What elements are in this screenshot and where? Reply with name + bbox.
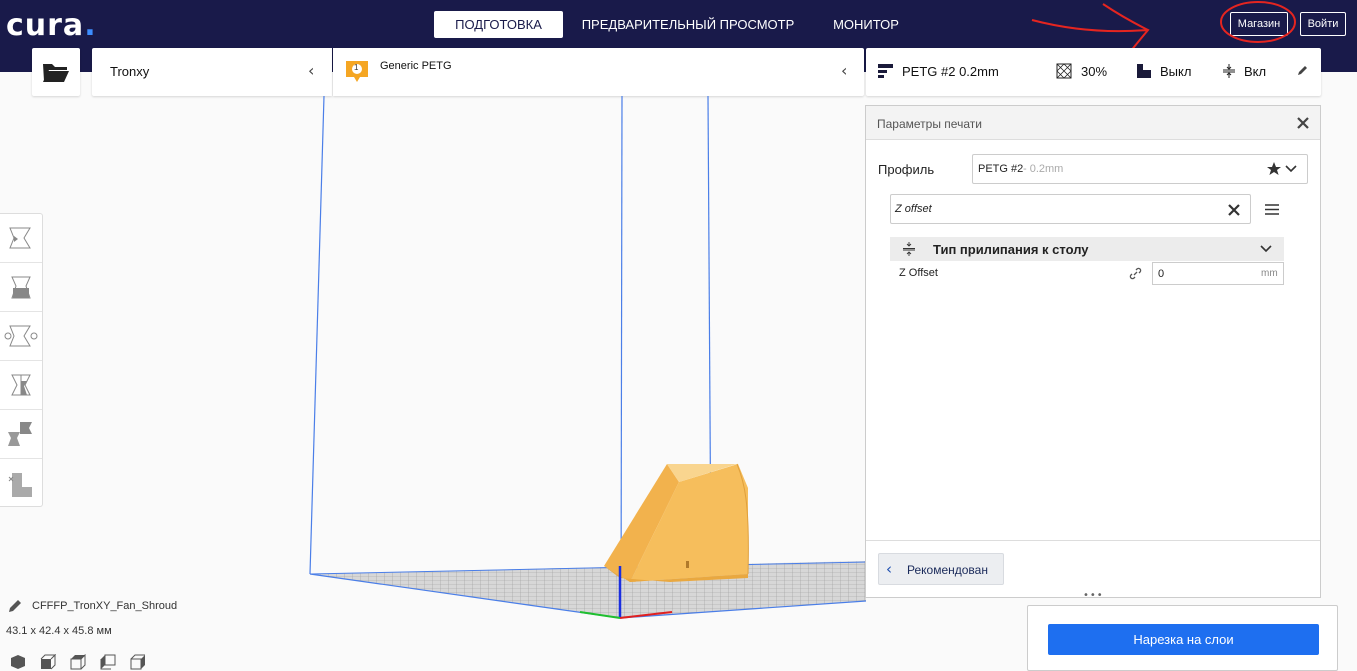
- rotate-tool[interactable]: [0, 312, 42, 361]
- profile-name: PETG #2: [978, 163, 1024, 175]
- camera-view-buttons: [10, 654, 160, 670]
- adhesion-icon: [1223, 64, 1235, 78]
- support-icon: [1137, 64, 1151, 78]
- category-label: Тип прилипания к столу: [933, 242, 1089, 257]
- view-right-icon[interactable]: [130, 654, 146, 670]
- model-name: CFFFP_TronXY_Fan_Shroud: [32, 600, 178, 612]
- profile-layer-height: - 0.2mm: [1023, 163, 1064, 175]
- scale-tool-icon: [11, 276, 31, 299]
- printer-name: Tronxy: [110, 64, 150, 79]
- search-value: Z offset: [895, 203, 932, 215]
- material-selector[interactable]: 1 Generic PETG ‹: [333, 48, 864, 96]
- tab-preview[interactable]: ПРЕДВАРИТЕЛЬНЫЙ ПРОСМОТР: [578, 11, 798, 38]
- rotate-tool-icon: [4, 325, 38, 347]
- profile-label: Профиль: [878, 162, 935, 177]
- open-folder-icon: [43, 64, 69, 82]
- zoffset-unit: mm: [1261, 268, 1278, 279]
- clear-icon[interactable]: [1228, 204, 1240, 216]
- tab-monitor[interactable]: МОНИТОР: [820, 11, 912, 38]
- chevron-left-icon: ‹: [841, 61, 848, 80]
- panel-header: Параметры печати: [866, 106, 1320, 140]
- per-model-settings-tool[interactable]: [0, 410, 42, 459]
- panel-title: Параметры печати: [877, 117, 982, 131]
- zoffset-input[interactable]: 0 mm: [1152, 262, 1284, 285]
- view-left-icon[interactable]: [100, 654, 116, 670]
- support-summary: Выкл: [1160, 64, 1192, 79]
- slice-button[interactable]: Нарезка на слои: [1048, 624, 1319, 655]
- open-file-button[interactable]: [32, 48, 80, 96]
- mirror-tool[interactable]: [0, 361, 42, 410]
- close-icon[interactable]: [1297, 117, 1309, 129]
- material-name: Generic PETG: [380, 60, 452, 72]
- profile-icon: [878, 64, 893, 78]
- signin-button[interactable]: Войти: [1300, 12, 1346, 36]
- move-tool[interactable]: [0, 214, 42, 263]
- infill-summary: 30%: [1081, 64, 1108, 79]
- chevron-left-icon: ‹: [886, 560, 892, 578]
- per-model-settings-icon: [8, 422, 32, 446]
- slice-panel: Нарезка на слои: [1027, 605, 1338, 671]
- resize-handle[interactable]: •••: [1083, 590, 1104, 601]
- support-blocker-tool[interactable]: [0, 459, 42, 508]
- scale-tool[interactable]: [0, 263, 42, 312]
- mirror-tool-icon: [11, 374, 31, 396]
- marketplace-button[interactable]: Магазин: [1230, 12, 1288, 36]
- adhesion-summary: Вкл: [1244, 64, 1267, 79]
- zoffset-value: 0: [1158, 268, 1165, 280]
- print-settings-summary[interactable]: PETG #2 0.2mm 30% Выкл Вкл: [866, 48, 1321, 96]
- profile-summary: PETG #2 0.2mm: [902, 64, 999, 79]
- model-fan-shroud[interactable]: [604, 463, 749, 582]
- move-tool-icon: [9, 227, 31, 249]
- category-adhesion[interactable]: Тип прилипания к столу: [890, 237, 1284, 261]
- settings-search-input[interactable]: Z offset: [890, 194, 1251, 224]
- tool-strip: [0, 213, 43, 507]
- chevron-down-icon: [1260, 245, 1272, 253]
- view-top-icon[interactable]: [70, 654, 86, 670]
- model-dimensions: 43.1 x 42.4 x 45.8 мм: [6, 625, 112, 637]
- star-icon[interactable]: [1267, 162, 1281, 176]
- panel-divider: [866, 540, 1320, 541]
- pencil-icon[interactable]: [8, 599, 22, 613]
- profile-dropdown[interactable]: PETG #2 - 0.2mm: [972, 154, 1308, 184]
- adhesion-category-icon: [903, 242, 915, 256]
- chevron-down-icon: [1285, 165, 1297, 173]
- chevron-left-icon: ‹: [308, 61, 315, 80]
- menu-icon[interactable]: [1265, 204, 1279, 215]
- cura-logo: cura.: [6, 8, 97, 43]
- printer-selector[interactable]: Tronxy ‹: [92, 48, 332, 96]
- infill-icon: [1056, 63, 1072, 79]
- recommended-label: Рекомендован: [907, 563, 988, 577]
- extruder-number: 1: [354, 63, 359, 72]
- view-front-icon[interactable]: [40, 654, 56, 670]
- recommended-button[interactable]: ‹ Рекомендован: [878, 553, 1004, 585]
- print-settings-panel: Параметры печати Профиль PETG #2 - 0.2mm…: [865, 105, 1321, 601]
- build-plate: [310, 561, 866, 618]
- 3d-viewport[interactable]: [0, 96, 866, 671]
- link-icon: [1129, 267, 1142, 280]
- support-blocker-icon: [8, 473, 32, 497]
- zoffset-label: Z Offset: [899, 267, 938, 279]
- tab-prepare[interactable]: ПОДГОТОВКА: [434, 11, 563, 38]
- view-3d-icon[interactable]: [10, 654, 26, 670]
- pencil-icon[interactable]: [1296, 65, 1308, 77]
